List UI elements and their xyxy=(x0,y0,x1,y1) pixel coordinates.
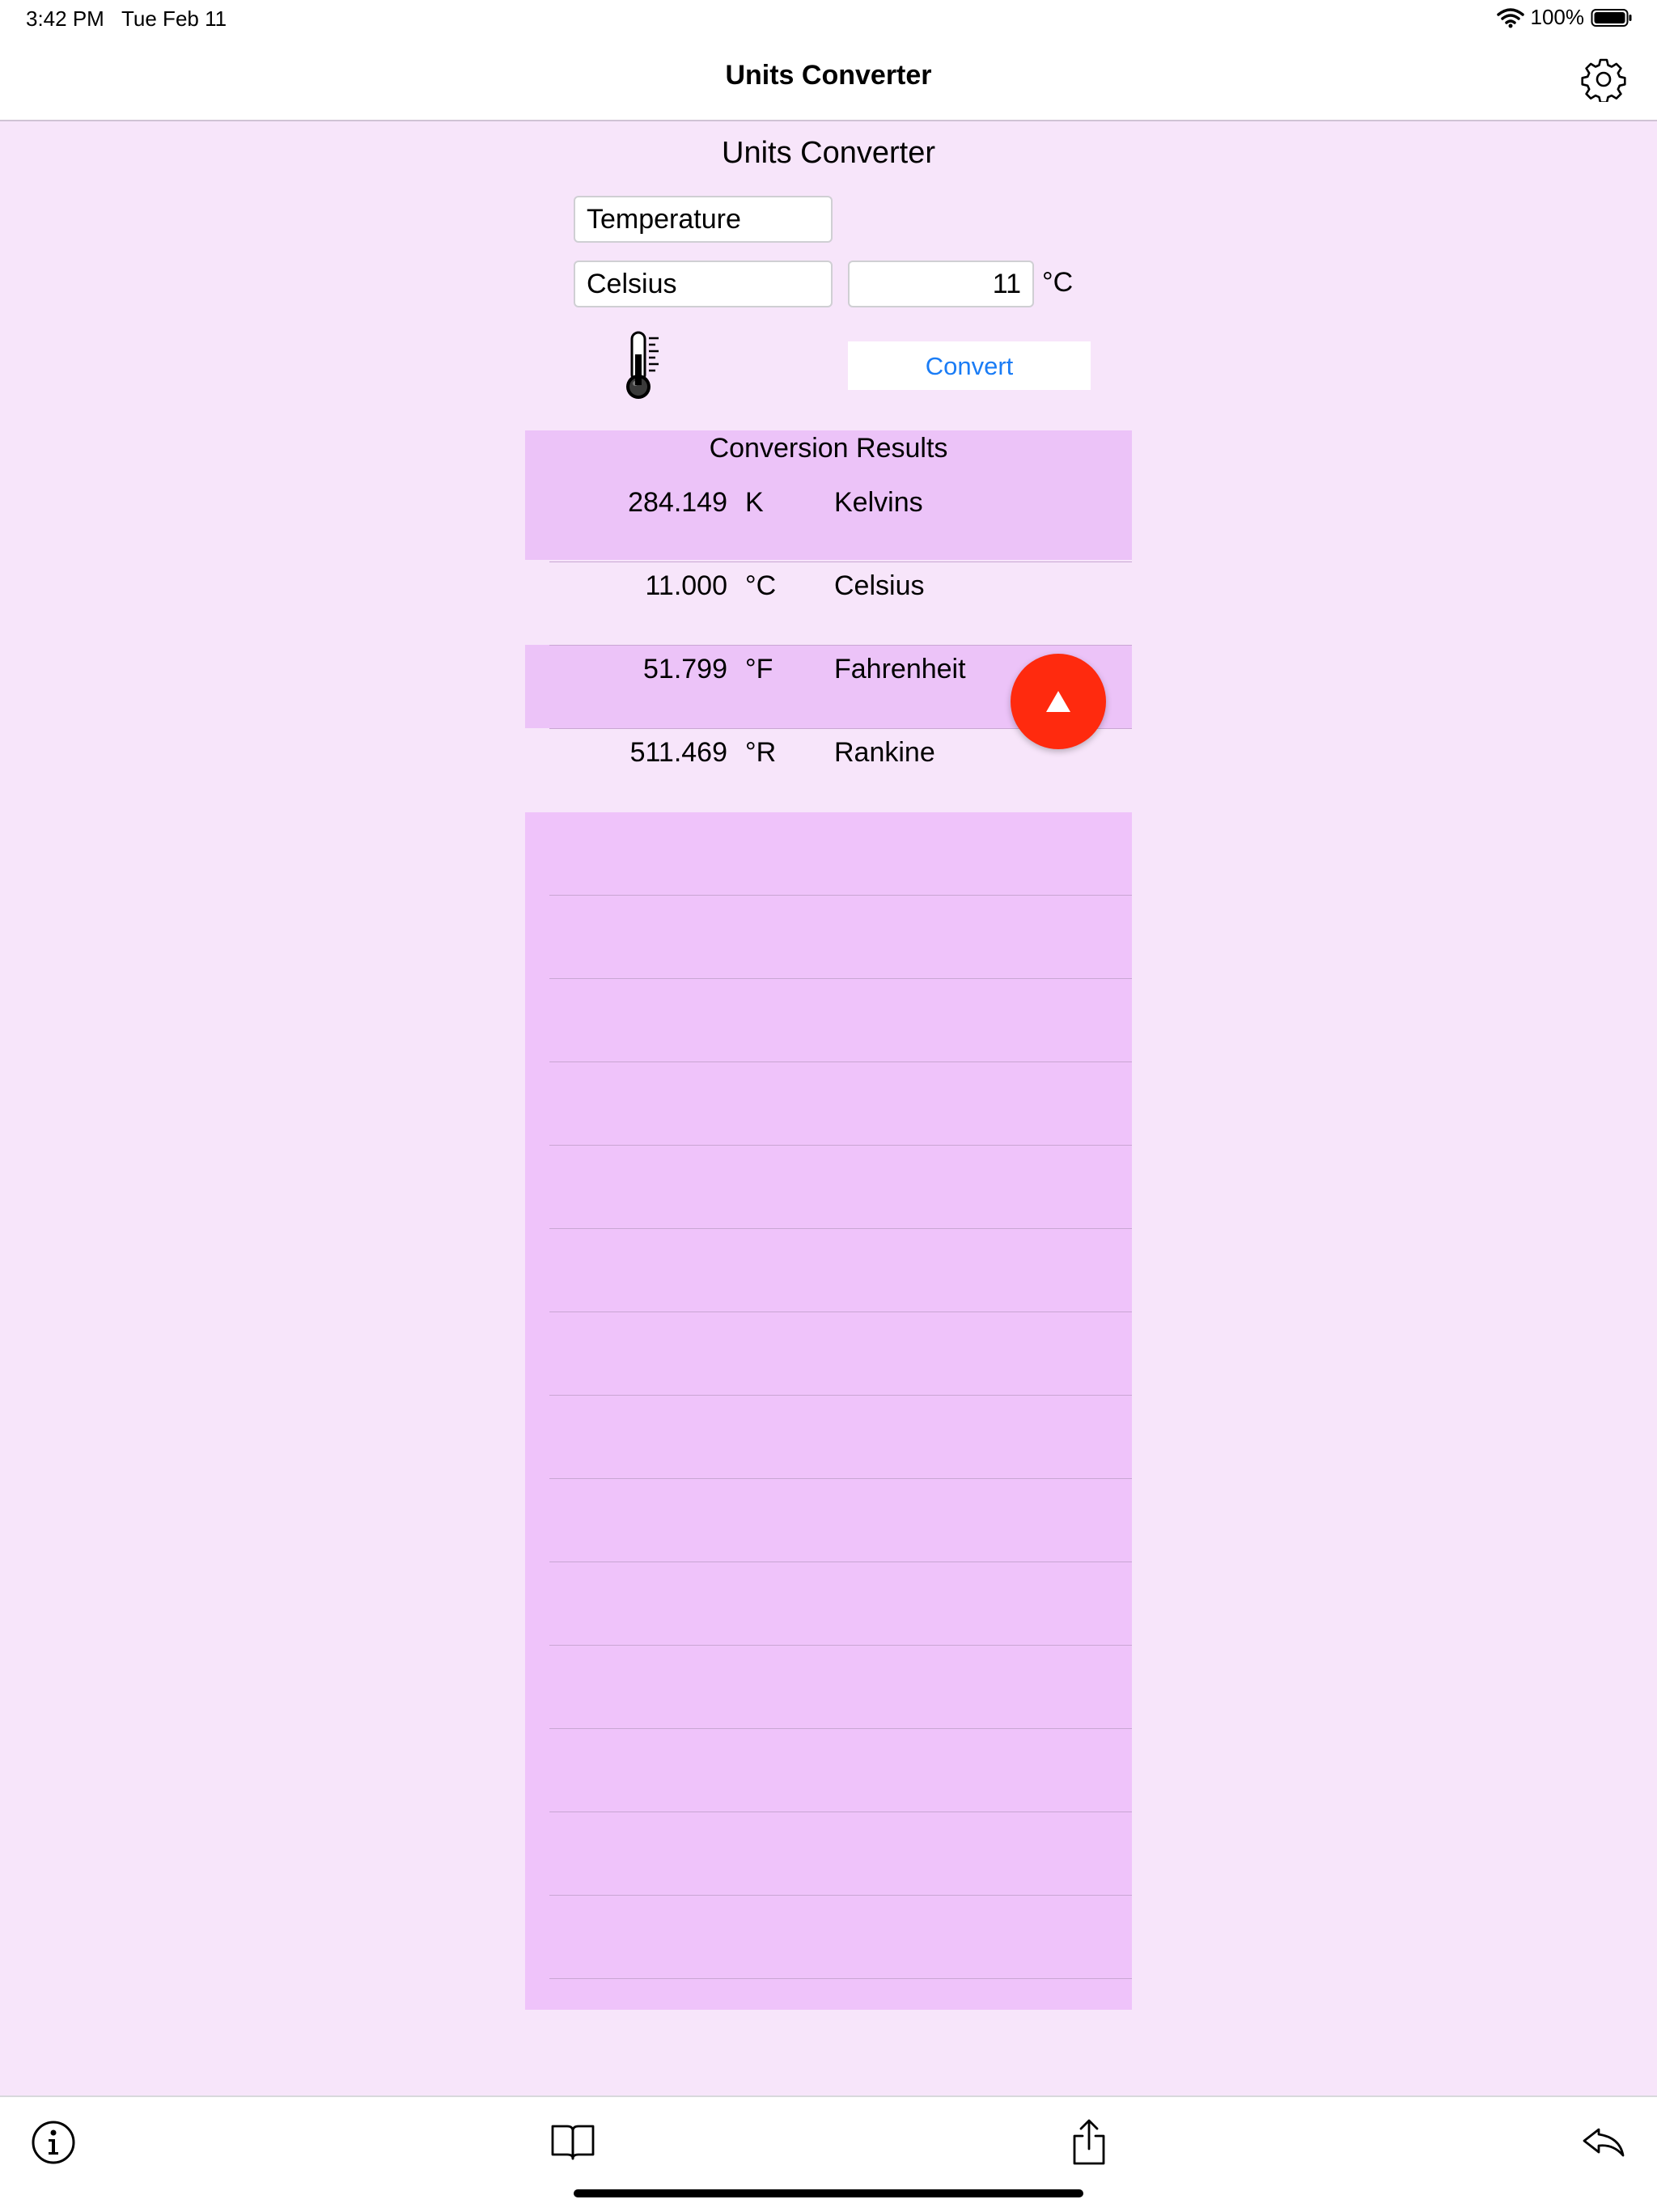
result-symbol: °C xyxy=(745,570,777,601)
results-heading: Conversion Results xyxy=(709,433,948,464)
row-divider xyxy=(549,1145,1132,1146)
row-divider xyxy=(549,645,1132,646)
result-symbol: K xyxy=(745,487,764,518)
navigation-bar: Units Converter xyxy=(0,39,1657,121)
row-divider xyxy=(549,1978,1132,1979)
result-symbol: °R xyxy=(745,737,777,768)
arrow-up-icon xyxy=(1046,691,1070,712)
row-divider xyxy=(549,1228,1132,1229)
nav-title: Units Converter xyxy=(725,60,932,91)
result-unit-name: Fahrenheit xyxy=(834,654,966,684)
result-symbol: °F xyxy=(745,654,773,684)
status-date: Tue Feb 11 xyxy=(121,6,227,31)
row-divider xyxy=(549,895,1132,896)
status-bar: 3:42 PM Tue Feb 11 100% xyxy=(0,0,1657,39)
result-value: 51.799 xyxy=(643,654,727,684)
category-label: Temperature xyxy=(587,204,741,235)
book-icon[interactable] xyxy=(549,2118,597,2167)
result-row[interactable]: 511.469 °R Rankine xyxy=(525,737,1132,820)
converter-title: Units Converter xyxy=(722,136,935,170)
status-right: 100% xyxy=(1496,5,1634,30)
result-value: 11.000 xyxy=(645,570,727,601)
row-divider xyxy=(549,1728,1132,1729)
home-indicator xyxy=(574,2189,1083,2197)
result-row[interactable]: 11.000 °C Celsius xyxy=(525,570,1132,654)
row-divider xyxy=(549,561,1132,562)
thermometer-icon xyxy=(626,331,659,399)
result-row[interactable]: 284.149 K Kelvins xyxy=(525,487,1132,570)
scroll-up-button[interactable] xyxy=(1011,654,1106,749)
from-unit-label: Celsius xyxy=(587,269,677,299)
row-divider xyxy=(549,1895,1132,1896)
status-time: 3:42 PM xyxy=(26,6,104,31)
category-selector[interactable]: Temperature xyxy=(574,196,833,243)
wifi-icon xyxy=(1496,7,1524,28)
result-value: 284.149 xyxy=(628,487,727,518)
result-unit-name: Celsius xyxy=(834,570,925,601)
result-unit-name: Kelvins xyxy=(834,487,923,518)
battery-percent: 100% xyxy=(1530,5,1585,29)
value-input[interactable]: 11 xyxy=(848,261,1034,307)
value-input-text: 11 xyxy=(992,269,1021,299)
row-divider xyxy=(549,1395,1132,1396)
row-divider xyxy=(549,1645,1132,1646)
empty-rows-area xyxy=(525,812,1132,2010)
result-unit-name: Rankine xyxy=(834,737,935,768)
reply-icon[interactable] xyxy=(1579,2118,1628,2167)
share-icon[interactable] xyxy=(1065,2118,1113,2167)
battery-icon xyxy=(1591,8,1632,27)
info-icon[interactable] xyxy=(29,2118,78,2167)
row-divider xyxy=(549,1478,1132,1479)
gear-icon[interactable] xyxy=(1581,57,1626,102)
input-unit-symbol: °C xyxy=(1042,267,1074,298)
from-unit-selector[interactable]: Celsius xyxy=(574,261,833,307)
result-value: 511.469 xyxy=(629,737,727,768)
convert-button[interactable]: Convert xyxy=(848,341,1091,390)
row-divider xyxy=(549,978,1132,979)
